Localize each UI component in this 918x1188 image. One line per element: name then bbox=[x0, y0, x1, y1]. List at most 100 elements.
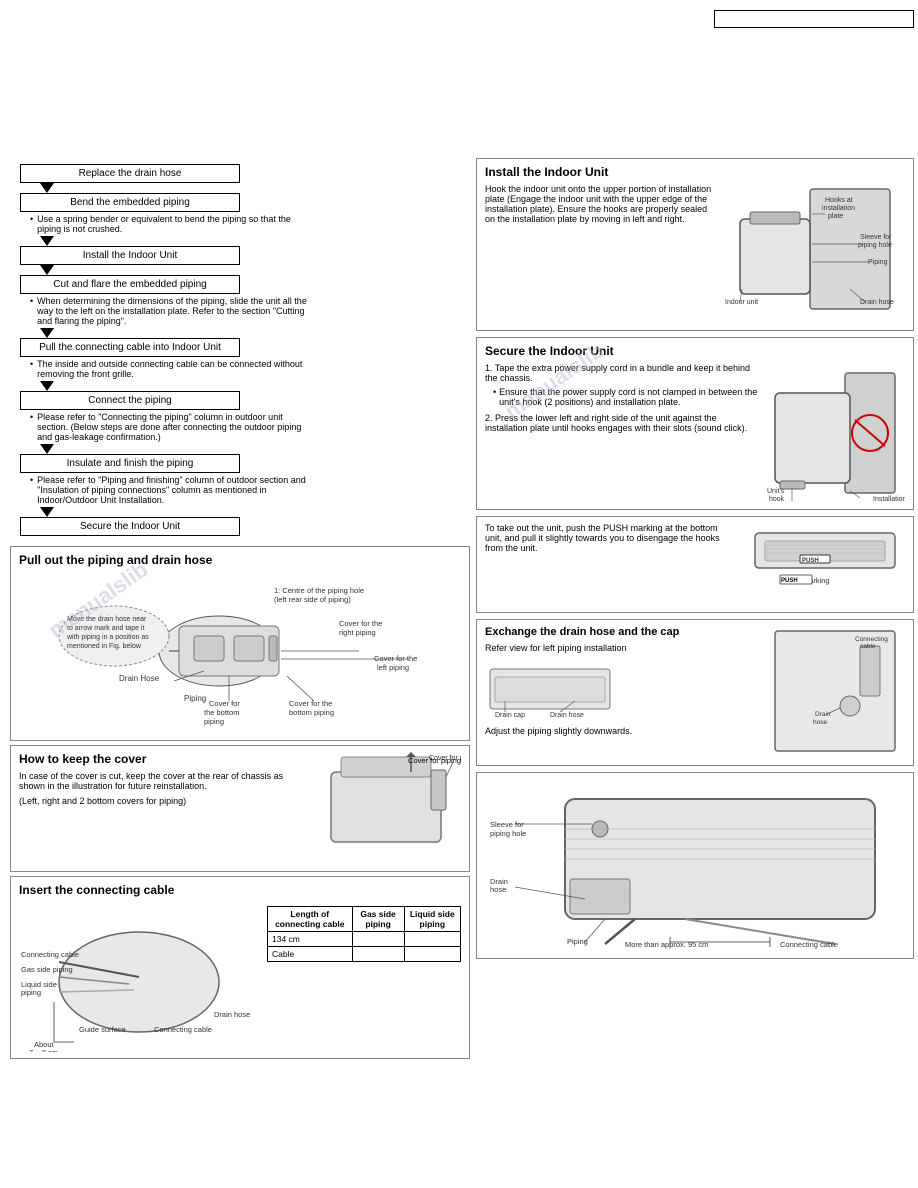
keep-cover-note: (Left, right and 2 bottom covers for pip… bbox=[19, 796, 303, 806]
svg-text:PUSH: PUSH bbox=[802, 558, 819, 564]
bullet-insulate: Please refer to "Piping and finishing" c… bbox=[30, 475, 310, 505]
svg-text:Cover for the: Cover for the bbox=[289, 699, 332, 708]
svg-text:Sleeve for: Sleeve for bbox=[860, 234, 892, 241]
keep-cover-diagram-wrap: Cover for piping Cover for piping bbox=[311, 752, 461, 865]
step-secure-indoor: Secure the Indoor Unit bbox=[20, 517, 240, 536]
svg-text:Hooks at: Hooks at bbox=[825, 197, 853, 204]
svg-text:piping hole: piping hole bbox=[490, 829, 526, 838]
cable-table-row2-col2 bbox=[352, 946, 404, 961]
bullet-cut: When determining the dimensions of the p… bbox=[30, 296, 310, 326]
exchange-section: Exchange the drain hose and the cap Refe… bbox=[476, 619, 914, 766]
install-indoor-diagram: Hooks at installation plate Sleeve for p… bbox=[720, 184, 905, 324]
exchange-title: Exchange the drain hose and the cap bbox=[485, 626, 759, 638]
pullout-section: manualslib Pull out the piping and drain… bbox=[10, 546, 470, 741]
secure-indoor-section: manualslib Secure the Indoor Unit 1. Tap… bbox=[476, 337, 914, 510]
top-bar-box bbox=[714, 10, 914, 28]
cable-table-row1-col2 bbox=[352, 931, 404, 946]
svg-text:Move the drain hose near: Move the drain hose near bbox=[67, 616, 147, 623]
bullet-bend: Use a spring bender or equivalent to ben… bbox=[30, 214, 310, 234]
install-indoor-section: Install the Indoor Unit Hook the indoor … bbox=[476, 158, 914, 331]
arrow-5 bbox=[40, 381, 54, 391]
step-cut-flare: Cut and flare the embedded piping bbox=[20, 275, 240, 294]
svg-text:Guide surface: Guide surface bbox=[79, 1025, 126, 1034]
flow-steps: Replace the drain hose Bend the embedded… bbox=[10, 158, 470, 542]
step-install-indoor: Install the Indoor Unit bbox=[20, 246, 240, 265]
cover-for-piping-label: Cover for piping bbox=[408, 756, 461, 765]
svg-text:left piping: left piping bbox=[377, 663, 409, 672]
cable-table-header-1: Length of connecting cable bbox=[268, 906, 353, 931]
svg-text:piping: piping bbox=[21, 988, 41, 997]
svg-text:with piping in a position as: with piping in a position as bbox=[66, 634, 149, 641]
install-indoor-body: Hook the indoor unit onto the upper port… bbox=[485, 184, 712, 324]
svg-text:Drain cap: Drain cap bbox=[495, 712, 525, 719]
step-pull-cable: Pull the connecting cable into Indoor Un… bbox=[20, 338, 240, 357]
secure-step2: 2. Press the lower left and right side o… bbox=[485, 413, 759, 433]
exchange-small-diagram: Drain cap Drain hose bbox=[485, 659, 625, 719]
svg-text:bottom piping: bottom piping bbox=[289, 708, 334, 717]
svg-text:Sleeve for: Sleeve for bbox=[490, 820, 524, 829]
svg-text:installation: installation bbox=[822, 205, 855, 212]
arrow-7 bbox=[40, 507, 54, 517]
svg-text:plate: plate bbox=[828, 213, 843, 220]
step-bend-piping: Bend the embedded piping bbox=[20, 193, 240, 212]
svg-text:the bottom: the bottom bbox=[204, 708, 239, 717]
cable-table-header-3: Liquid side piping bbox=[404, 906, 460, 931]
bullet-connect: Please refer to "Connecting the piping" … bbox=[30, 412, 310, 442]
secure-indoor-text: 1. Tape the extra power supply cord in a… bbox=[485, 363, 759, 503]
svg-text:Connecting cable: Connecting cable bbox=[21, 950, 79, 959]
svg-text:Indoor unit: Indoor unit bbox=[725, 299, 758, 306]
arrow-1 bbox=[40, 183, 54, 193]
svg-text:Piping: Piping bbox=[868, 259, 888, 266]
svg-text:hose: hose bbox=[813, 719, 827, 726]
insert-cable-section: Insert the connecting cable Connecting c… bbox=[10, 876, 470, 1059]
push-diagram-wrap: PUSH PUSH marking PUSH bbox=[745, 523, 905, 606]
svg-text:Drain hose: Drain hose bbox=[550, 712, 584, 719]
svg-text:piping: piping bbox=[204, 717, 224, 726]
arrow-3 bbox=[40, 265, 54, 275]
keep-cover-title: How to keep the cover bbox=[19, 752, 303, 766]
arrow-6 bbox=[40, 444, 54, 454]
push-body: To take out the unit, push the PUSH mark… bbox=[485, 523, 737, 606]
svg-text:Installation: Installation bbox=[873, 496, 905, 503]
keep-cover-text: How to keep the cover In case of the cov… bbox=[19, 752, 303, 865]
secure-indoor-diagram: Unit's hook Installation plate bbox=[765, 363, 905, 503]
cable-table-row2-col1: Cable bbox=[268, 946, 353, 961]
keep-cover-diagram: Cover for piping bbox=[311, 752, 461, 862]
svg-text:1: Centre of the piping hole: 1: Centre of the piping hole bbox=[274, 586, 364, 595]
secure-indoor-title: Secure the Indoor Unit bbox=[485, 344, 905, 358]
insert-cable-content: Connecting cable Gas side piping Liquid … bbox=[19, 902, 461, 1052]
svg-text:(left rear side of piping): (left rear side of piping) bbox=[274, 595, 351, 604]
secure-indoor-content: 1. Tape the extra power supply cord in a… bbox=[485, 363, 905, 503]
cable-table-header-2: Gas side piping bbox=[352, 906, 404, 931]
svg-text:Cover for the: Cover for the bbox=[374, 654, 417, 663]
svg-text:Gas side piping: Gas side piping bbox=[21, 965, 73, 974]
install-indoor-content: Hook the indoor unit onto the upper port… bbox=[485, 184, 905, 324]
page: Replace the drain hose Bend the embedded… bbox=[0, 0, 918, 1188]
secure-step1-bullet: • Ensure that the power supply cord is n… bbox=[493, 387, 759, 407]
step-connect-piping: Connect the piping bbox=[20, 391, 240, 410]
cable-table-row1-col3 bbox=[404, 931, 460, 946]
svg-text:Cover for the: Cover for the bbox=[339, 619, 382, 628]
insert-cable-diagram: Connecting cable Gas side piping Liquid … bbox=[19, 902, 259, 1052]
cable-table: Length of connecting cable Gas side pipi… bbox=[267, 906, 461, 962]
arrow-4 bbox=[40, 328, 54, 338]
cable-table-row2-col3 bbox=[404, 946, 460, 961]
push-diagram: PUSH PUSH marking PUSH bbox=[745, 523, 905, 603]
svg-text:Cover for: Cover for bbox=[209, 699, 240, 708]
svg-text:piping hole: piping hole bbox=[858, 242, 892, 249]
svg-text:Drain hose: Drain hose bbox=[214, 1010, 250, 1019]
insert-cable-title: Insert the connecting cable bbox=[19, 883, 461, 897]
svg-text:Connecting: Connecting bbox=[855, 636, 888, 643]
svg-text:hose: hose bbox=[490, 885, 506, 894]
svg-text:Piping: Piping bbox=[184, 694, 206, 703]
svg-text:Connecting cable: Connecting cable bbox=[154, 1025, 212, 1034]
svg-text:mentioned in Fig. below: mentioned in Fig. below bbox=[67, 643, 142, 650]
svg-text:Piping: Piping bbox=[567, 937, 588, 946]
top-bar bbox=[10, 10, 914, 148]
pullout-diagram: Move the drain hose near to arrow mark a… bbox=[19, 571, 449, 731]
keep-cover-section: How to keep the cover In case of the cov… bbox=[10, 745, 470, 872]
keep-cover-body: In case of the cover is cut, keep the co… bbox=[19, 771, 303, 791]
svg-text:PUSH: PUSH bbox=[781, 578, 798, 584]
svg-text:right piping: right piping bbox=[339, 628, 376, 637]
svg-text:Drain: Drain bbox=[815, 711, 831, 718]
